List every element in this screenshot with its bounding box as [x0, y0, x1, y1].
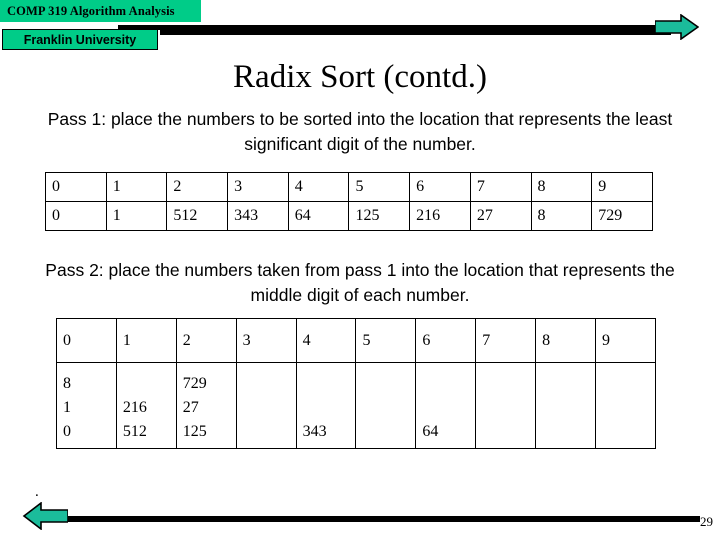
bucket-entry: 27: [182, 399, 199, 416]
pass2-header-cell: 5: [355, 318, 417, 363]
pass1-header-cell: 1: [105, 172, 168, 202]
bucket-entry: 0: [63, 423, 71, 440]
pass1-description: Pass 1: place the numbers to be sorted i…: [47, 109, 673, 154]
arrow-left-icon[interactable]: [22, 502, 68, 530]
bucket-entry: [602, 372, 654, 396]
pass2-bucket-cell: 729 27 125: [175, 362, 237, 449]
pass2-header-cell: 6: [415, 318, 477, 363]
bucket-entry: 512: [122, 423, 147, 440]
bucket-entry: [422, 396, 474, 420]
pass1-value-cell: 64: [287, 201, 350, 231]
bucket-entry: [602, 420, 654, 444]
footer-rule: [57, 516, 700, 522]
pass1-value-cell: 8: [530, 201, 593, 231]
pass2-header-cell: 7: [475, 318, 537, 363]
pass2-bucket-cell: [595, 362, 656, 449]
table-row: 8 1 0 216 512 729 27 125 343 64: [56, 362, 656, 449]
trailing-period: .: [35, 484, 39, 500]
pass1-header-cell: 5: [348, 172, 411, 202]
bucket-entry: [542, 372, 594, 396]
bucket-entry: 343: [302, 423, 327, 440]
pass1-header-cell: 2: [166, 172, 229, 202]
page-number: 29: [700, 514, 713, 529]
university-label: Franklin University: [23, 32, 137, 47]
pass1-value-cell: 216: [409, 201, 471, 231]
bucket-entry: [542, 396, 594, 420]
pass2-bucket-cell: [235, 362, 297, 449]
pass2-header-cell: 9: [595, 318, 656, 363]
pass2-bucket-cell: [535, 362, 597, 449]
page-title: Radix Sort (contd.): [233, 59, 487, 95]
pass2-bucket-cell: [355, 362, 417, 449]
bucket-entry: [362, 420, 414, 444]
bucket-entry: [243, 396, 295, 420]
pass2-header-cell: 4: [295, 318, 357, 363]
bucket-entry: [542, 420, 594, 444]
header-rule-bottom: [160, 30, 671, 35]
pass1-table: 0 1 2 3 4 5 6 7 8 9 0 1 512 343 64 125 2…: [45, 172, 653, 231]
bucket-entry: [362, 396, 414, 420]
pass2-table: 0 1 2 3 4 5 6 7 8 9 8 1 0 216 512 729 27…: [56, 318, 656, 449]
bucket-entry: 64: [422, 423, 439, 440]
pass1-header-cell: 9: [591, 172, 653, 202]
pass2-bucket-cell: 343: [295, 362, 357, 449]
pass1-header-cell: 7: [469, 172, 532, 202]
pass1-header-cell: 6: [409, 172, 471, 202]
bucket-entry: [362, 372, 414, 396]
pass2-bucket-cell: [475, 362, 537, 449]
pass1-value-cell: 1: [105, 201, 168, 231]
bucket-entry: 8: [63, 375, 71, 392]
bucket-entry: 1: [63, 399, 71, 416]
pass2-bucket-cell: 216 512: [115, 362, 177, 449]
pass1-header-cell: 3: [227, 172, 289, 202]
pass2-header-cell: 2: [175, 318, 237, 363]
pass1-value-cell: 729: [591, 201, 653, 231]
bucket-entry: [482, 420, 534, 444]
bucket-entry: 216: [122, 399, 147, 416]
pass1-value-cell: 512: [166, 201, 229, 231]
course-title-banner: COMP 319 Algorithm Analysis: [0, 0, 201, 22]
bucket-entry: [482, 372, 534, 396]
pass2-bucket-cell: 8 1 0: [56, 362, 117, 449]
pass1-value-cell: 27: [469, 201, 532, 231]
bucket-entry: [303, 396, 355, 420]
arrow-right-icon: [655, 14, 699, 40]
bucket-entry: [602, 396, 654, 420]
header-banner: COMP 319 Algorithm Analysis Franklin Uni…: [0, 0, 720, 56]
bucket-entry: [243, 420, 295, 444]
bucket-entry: [303, 372, 355, 396]
pass1-value-cell: 343: [227, 201, 289, 231]
table-row: 0 1 2 3 4 5 6 7 8 9: [56, 318, 656, 363]
pass1-value-cell: 125: [348, 201, 411, 231]
course-title-label: COMP 319 Algorithm Analysis: [7, 3, 175, 18]
pass1-header-cell: 8: [530, 172, 593, 202]
pass2-description: Pass 2: place the numbers taken from pas…: [45, 260, 675, 305]
pass2-header-cell: 8: [535, 318, 597, 363]
bucket-entry: 125: [182, 423, 207, 440]
pass1-header-cell: 0: [45, 172, 107, 202]
university-banner: Franklin University: [2, 29, 158, 50]
pass1-value-cell: 0: [45, 201, 107, 231]
table-row: 0 1 512 343 64 125 216 27 8 729: [45, 201, 653, 231]
bucket-entry: [243, 372, 295, 396]
bucket-entry: 729: [182, 375, 207, 392]
pass2-header-cell: 0: [56, 318, 117, 363]
table-row: 0 1 2 3 4 5 6 7 8 9: [45, 172, 653, 202]
bucket-entry: [482, 396, 534, 420]
bucket-entry: [422, 372, 474, 396]
pass2-header-cell: 1: [115, 318, 177, 363]
pass2-header-cell: 3: [235, 318, 297, 363]
pass2-bucket-cell: 64: [415, 362, 477, 449]
pass1-header-cell: 4: [287, 172, 350, 202]
bucket-entry: [123, 372, 175, 396]
